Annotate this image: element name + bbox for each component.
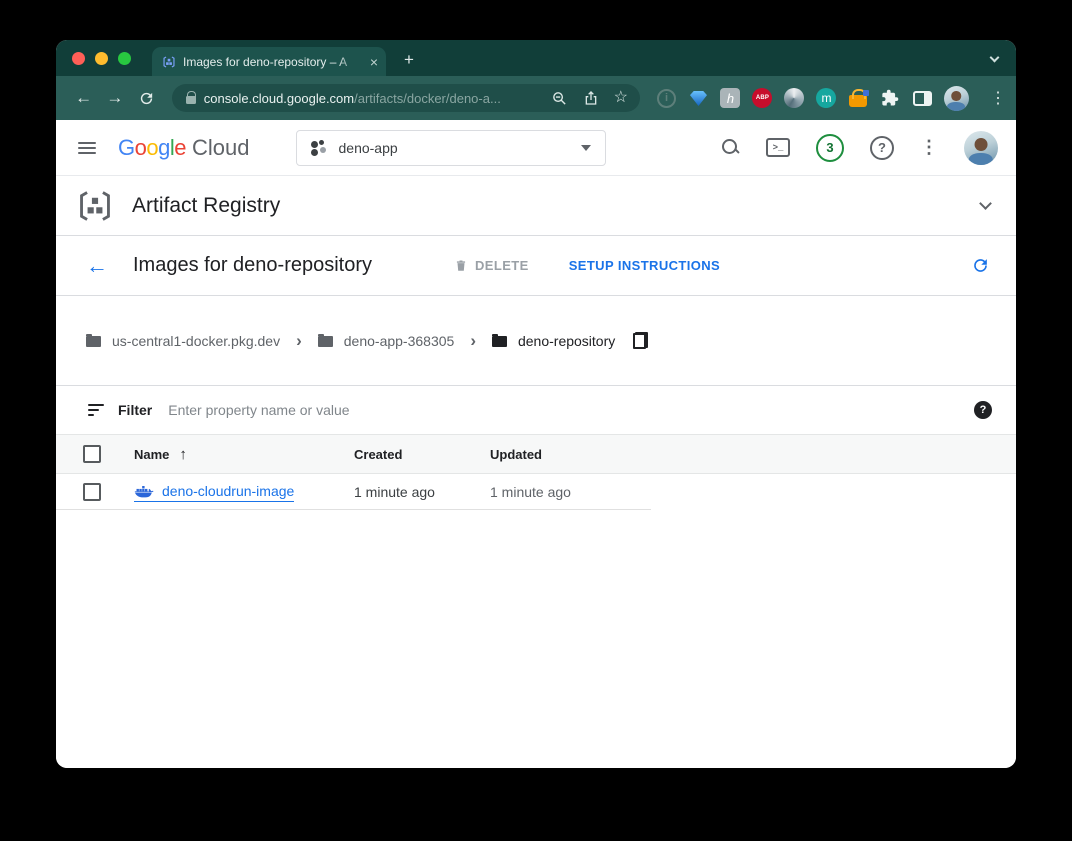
page-title-row: ← Images for deno-repository DELETE SETU… <box>56 236 1016 296</box>
image-name-cell: deno-cloudrun-image <box>134 483 354 502</box>
forward-button[interactable]: → <box>101 88 128 108</box>
breadcrumb: us-central1-docker.pkg.dev › deno-app-36… <box>56 296 1016 386</box>
extension-basket-icon[interactable] <box>848 88 869 109</box>
folder-icon <box>492 336 507 347</box>
bookmark-star-icon[interactable]: ☆ <box>614 90 628 106</box>
filter-bar: Filter ? <box>56 386 1016 434</box>
window-controls <box>72 52 131 65</box>
back-arrow-button[interactable]: ← <box>86 255 108 277</box>
delete-label: DELETE <box>475 258 529 273</box>
more-options-icon[interactable]: ⋮ <box>920 137 938 158</box>
browser-toolbar: ← → console.cloud.google.com/artifacts/d… <box>56 76 1016 120</box>
share-icon[interactable] <box>583 90 599 106</box>
reload-icon <box>138 90 155 107</box>
notifications-badge[interactable]: 3 <box>816 134 844 162</box>
created-cell: 1 minute ago <box>354 484 490 500</box>
main-menu-icon[interactable] <box>78 142 96 154</box>
cloud-wordmark: Cloud <box>192 135 249 161</box>
artifact-registry-favicon <box>162 55 176 69</box>
browser-profile-avatar[interactable] <box>944 86 969 111</box>
content-area <box>56 510 1016 768</box>
filter-icon <box>88 404 104 416</box>
extension-info-icon[interactable]: i <box>656 88 677 109</box>
table-row: deno-cloudrun-image 1 minute ago 1 minut… <box>56 474 1016 510</box>
cloud-shell-icon[interactable]: >_ <box>766 138 790 157</box>
image-link[interactable]: deno-cloudrun-image <box>134 483 294 502</box>
extension-swirl-icon[interactable] <box>784 88 805 109</box>
image-name: deno-cloudrun-image <box>162 483 294 499</box>
extensions-row: i h ABP m ⋮ <box>656 86 1006 111</box>
lock-icon[interactable] <box>186 96 196 104</box>
google-cloud-logo[interactable]: GoogleCloud <box>118 135 250 161</box>
minimize-window-button[interactable] <box>95 52 108 65</box>
address-bar[interactable]: console.cloud.google.com/artifacts/docke… <box>172 84 640 112</box>
tab-close-icon[interactable]: × <box>370 55 378 69</box>
tab-title: Images for deno-repository – A <box>183 55 363 69</box>
filter-label: Filter <box>118 402 152 418</box>
extension-honey-icon[interactable]: h <box>720 88 741 109</box>
docker-whale-icon <box>134 483 154 499</box>
updated-cell: 1 minute ago <box>490 484 571 500</box>
filter-input[interactable] <box>168 402 974 418</box>
browser-window: Images for deno-repository – A × + ← → c… <box>56 40 1016 768</box>
folder-icon <box>86 336 101 347</box>
project-dropdown-caret-icon <box>581 145 591 151</box>
select-all-checkbox[interactable] <box>83 445 101 463</box>
extensions-puzzle-icon[interactable] <box>880 88 901 109</box>
delete-button[interactable]: DELETE <box>454 258 529 273</box>
project-icon <box>311 140 327 156</box>
setup-instructions-label: SETUP INSTRUCTIONS <box>569 258 720 273</box>
side-panel-icon[interactable] <box>912 88 933 109</box>
breadcrumb-project[interactable]: deno-app-368305 <box>344 333 455 349</box>
zoom-out-icon[interactable] <box>551 90 568 107</box>
sort-ascending-icon[interactable]: ↑ <box>179 446 187 463</box>
page-title: Images for deno-repository <box>133 254 372 277</box>
chevron-down-icon[interactable] <box>979 197 992 210</box>
search-icon[interactable] <box>722 139 740 157</box>
refresh-icon <box>971 256 990 275</box>
setup-instructions-button[interactable]: SETUP INSTRUCTIONS <box>569 258 720 273</box>
tab-strip: Images for deno-repository – A × + <box>56 40 1016 76</box>
close-window-button[interactable] <box>72 52 85 65</box>
refresh-button[interactable] <box>971 256 990 275</box>
url-text[interactable]: console.cloud.google.com/artifacts/docke… <box>204 91 543 106</box>
column-header-updated[interactable]: Updated <box>490 447 542 462</box>
breadcrumb-separator-icon: › <box>470 332 476 349</box>
breadcrumb-separator-icon: › <box>296 332 302 349</box>
zoom-window-button[interactable] <box>118 52 131 65</box>
url-host: console.cloud.google.com <box>204 91 354 106</box>
artifact-registry-icon <box>76 187 114 225</box>
browser-menu-icon[interactable]: ⋮ <box>990 88 1006 108</box>
trash-icon <box>454 258 468 273</box>
url-path: /artifacts/docker/deno-a... <box>354 91 501 106</box>
row-checkbox[interactable] <box>83 483 101 501</box>
omnibox-actions: ☆ <box>551 90 628 107</box>
copy-icon[interactable] <box>632 332 648 349</box>
tab-search-chevron-icon[interactable] <box>990 53 1000 63</box>
account-avatar[interactable] <box>964 131 998 165</box>
column-header-name[interactable]: Name ↑ <box>134 446 354 463</box>
extension-adblock-icon[interactable]: ABP <box>752 88 773 109</box>
extension-m-icon[interactable]: m <box>816 88 837 109</box>
reload-button[interactable] <box>133 90 160 107</box>
browser-tab[interactable]: Images for deno-repository – A × <box>152 47 386 76</box>
new-tab-button[interactable]: + <box>404 50 414 70</box>
help-icon[interactable]: ? <box>870 136 894 160</box>
folder-icon <box>318 336 333 347</box>
table-header: Name ↑ Created Updated <box>56 434 1016 474</box>
project-name: deno-app <box>339 140 569 156</box>
google-logo: Google <box>118 135 186 161</box>
service-title: Artifact Registry <box>132 194 280 218</box>
back-button[interactable]: ← <box>70 88 97 108</box>
extension-gem-icon[interactable] <box>688 88 709 109</box>
gcp-header: GoogleCloud deno-app >_ 3 ? ⋮ <box>56 120 1016 176</box>
breadcrumb-registry-host[interactable]: us-central1-docker.pkg.dev <box>112 333 280 349</box>
filter-help-icon[interactable]: ? <box>974 401 992 419</box>
column-header-created[interactable]: Created <box>354 447 490 462</box>
breadcrumb-repository: deno-repository <box>518 333 615 349</box>
gcp-header-actions: >_ 3 ? ⋮ <box>722 131 998 165</box>
service-header: Artifact Registry <box>56 176 1016 236</box>
project-selector[interactable]: deno-app <box>296 130 606 166</box>
